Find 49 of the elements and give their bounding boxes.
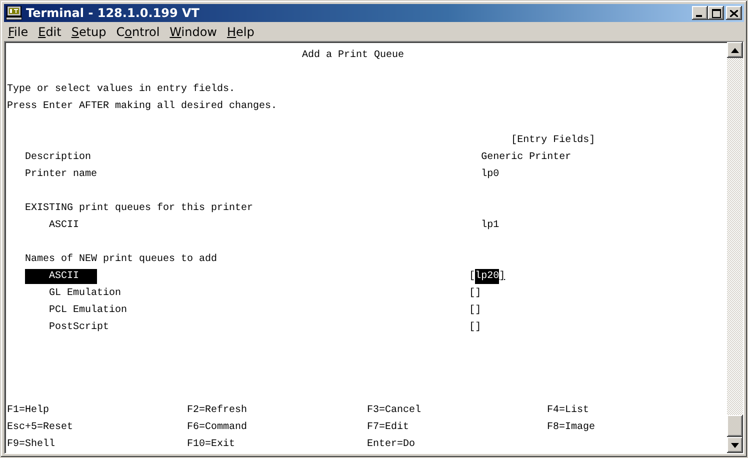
function-key[interactable]: F4=List — [547, 402, 728, 419]
scroll-up-button[interactable] — [727, 42, 744, 58]
field-label[interactable]: ASCII — [25, 269, 97, 284]
maximize-button[interactable] — [708, 6, 724, 20]
scroll-down-button[interactable] — [727, 437, 744, 453]
field-label: ASCII — [49, 219, 80, 233]
field-label: Printer name — [25, 168, 98, 182]
function-key[interactable]: F3=Cancel — [367, 402, 548, 419]
input-field[interactable]: [] — [469, 285, 482, 302]
menu-item[interactable]: Window — [166, 24, 223, 38]
instruction-text: Press Enter AFTER making all desired changes. — [7, 100, 278, 114]
close-button[interactable] — [726, 6, 742, 20]
function-key[interactable]: Esc+5=Reset — [7, 419, 188, 436]
screen-title: Add a Print Queue — [302, 48, 404, 63]
instruction-text: Type or select values in entry fields. — [7, 82, 236, 97]
maximize-icon — [712, 8, 720, 18]
down-arrow-icon — [731, 442, 740, 448]
function-key[interactable]: F7=Edit — [367, 419, 548, 436]
input-field[interactable]: [] — [469, 302, 482, 319]
column-header: [Entry Fields] — [511, 134, 596, 148]
function-key[interactable]: F9=Shell — [7, 436, 188, 453]
function-key[interactable]: Enter=Do — [367, 436, 548, 453]
function-key[interactable]: F6=Command — [187, 419, 368, 436]
scroll-thumb[interactable] — [727, 415, 744, 437]
menu-item[interactable]: Setup — [67, 24, 112, 38]
field-label[interactable]: GL Emulation — [25, 286, 122, 301]
function-key[interactable]: F2=Refresh — [187, 402, 368, 419]
field-label[interactable]: PostScript — [25, 320, 110, 335]
function-key[interactable]: F8=Image — [547, 419, 728, 436]
terminal-icon — [6, 6, 22, 20]
field-value: lp0 — [481, 168, 500, 182]
input-field[interactable]: [] — [469, 319, 482, 336]
menu-item[interactable]: Edit — [34, 24, 68, 38]
minimize-button[interactable] — [692, 6, 708, 20]
close-icon — [730, 10, 738, 16]
menu-item[interactable]: File — [4, 24, 34, 38]
section-heading: EXISTING print queues for this printer — [25, 202, 254, 216]
field-value: Generic Printer — [481, 150, 572, 165]
field-label[interactable]: PCL Emulation — [25, 303, 128, 318]
section-heading: Names of NEW print queues to add — [25, 252, 218, 267]
menu-item[interactable]: Help — [223, 24, 260, 38]
scrollbar[interactable] — [727, 42, 744, 453]
up-arrow-icon — [731, 48, 740, 52]
menu-item[interactable]: Control — [112, 24, 166, 38]
field-value: lp1 — [481, 218, 500, 233]
function-key[interactable]: F1=Help — [7, 402, 188, 419]
window-title: Terminal - 128.1.0.199 VT — [26, 6, 200, 20]
field-label: Description — [25, 150, 92, 165]
function-key[interactable]: F10=Exit — [187, 436, 368, 453]
